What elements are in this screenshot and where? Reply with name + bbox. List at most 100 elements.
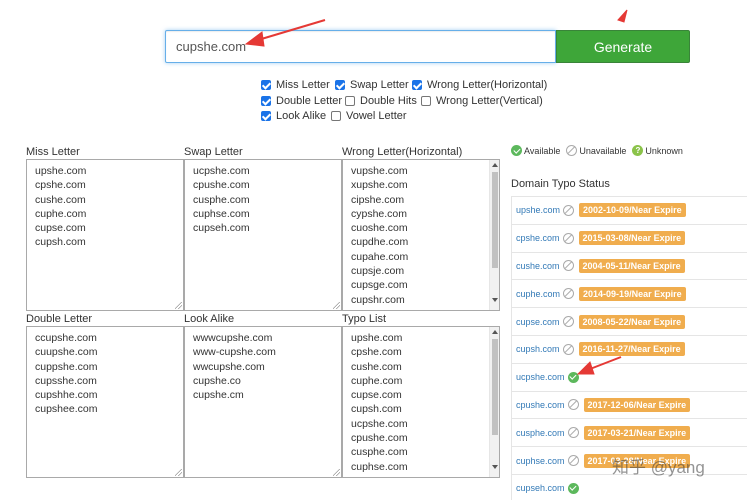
status-row: cuphe.com 2014-09-19/Near Expire <box>512 280 747 309</box>
option-double-hits[interactable]: Double Hits <box>345 95 417 107</box>
checkbox[interactable] <box>412 80 422 90</box>
checkbox[interactable] <box>261 96 271 106</box>
status-domain-link[interactable]: cusphe.com <box>516 428 565 438</box>
typo-domain-line: cupseh.com <box>193 222 250 235</box>
scroll-down-icon[interactable] <box>492 298 498 302</box>
typo-domain-line: cushe.com <box>351 360 402 373</box>
typo-domain-line: wwcupshe.com <box>193 360 265 373</box>
expire-badge: 2008-05-22/Near Expire <box>578 314 686 329</box>
legend-available: Available <box>524 145 561 156</box>
checkbox[interactable] <box>421 96 431 106</box>
status-row: cpushe.com 2017-12-06/Near Expire <box>512 392 747 420</box>
checkbox[interactable] <box>331 111 341 121</box>
typo-domain-line: upshe.com <box>35 165 87 177</box>
option-miss-letter[interactable]: Miss Letter <box>261 79 330 91</box>
typo-domain-line: cupse.com <box>35 222 86 235</box>
scrollbar[interactable] <box>489 327 499 477</box>
status-domain-link[interactable]: cpushe.com <box>516 400 565 410</box>
panel-title-wrong-letter-horizontal: Wrong Letter(Horizontal) <box>342 146 463 158</box>
typo-domain-line: cupse.com <box>351 389 402 402</box>
legend-unavailable: Unavailable <box>579 145 627 156</box>
status-legend: Available Unavailable ? Unknown <box>511 145 689 156</box>
domain-input[interactable] <box>165 30 556 63</box>
status-row: upshe.com 2002-10-09/Near Expire <box>512 197 747 225</box>
panel-title-look-alike: Look Alike <box>184 313 235 325</box>
checkbox[interactable] <box>261 111 271 121</box>
unavailable-icon <box>563 288 575 300</box>
watermark: 知乎 @yang <box>612 458 705 477</box>
status-row: cupseh.com <box>512 475 747 500</box>
typo-domain-line: cuoshe.com <box>351 222 408 235</box>
status-domain-link[interactable]: cupse.com <box>516 317 560 327</box>
option-double-letter[interactable]: Double Letter <box>261 95 342 107</box>
arrowhead-top-right <box>617 9 628 23</box>
status-domain-link[interactable]: cupseh.com <box>516 483 565 493</box>
option-wrong-letter-horizontal[interactable]: Wrong Letter(Horizontal) <box>412 79 547 91</box>
typo-domain-line: cuphse.com <box>193 207 250 220</box>
typo-domain-line: cupshhe.com <box>35 389 98 402</box>
expire-badge: 2015-03-08/Near Expire <box>578 231 686 246</box>
checkbox[interactable] <box>261 80 271 90</box>
unavailable-icon <box>562 260 574 272</box>
unavailable-icon <box>562 343 574 355</box>
resize-grip-icon[interactable] <box>333 469 340 476</box>
typo-domain-line: upshe.com <box>351 332 403 344</box>
status-domain-link[interactable]: cuphe.com <box>516 289 560 299</box>
option-swap-letter[interactable]: Swap Letter <box>335 79 409 91</box>
unavailable-icon <box>562 232 574 244</box>
generate-button[interactable]: Generate <box>556 30 690 63</box>
scrollbar-thumb[interactable] <box>492 339 498 435</box>
typo-domain-line: cipshe.com <box>351 193 405 206</box>
resize-grip-icon[interactable] <box>175 469 182 476</box>
status-domain-link[interactable]: upshe.com <box>516 205 560 215</box>
typo-domain-line: cupsje.com <box>351 265 405 278</box>
textarea-swap-letter[interactable]: ucpshe.com cpushe.com cusphe.com cuphse.com… <box>184 159 342 311</box>
option-vowel-letter[interactable]: Vowel Letter <box>331 110 407 122</box>
status-domain-link[interactable]: cushe.com <box>516 261 560 271</box>
available-icon <box>567 482 579 494</box>
scroll-up-icon[interactable] <box>492 330 498 334</box>
expire-badge: 2014-09-19/Near Expire <box>579 286 686 301</box>
legend-unknown: Unknown <box>645 145 683 156</box>
textarea-typo-list[interactable]: upshe.com cpshe.com cushe.com cuphe.com cups… <box>342 326 500 478</box>
typo-domain-line: cpushe.com <box>193 179 250 192</box>
panel-title-double-letter: Double Letter <box>26 313 93 325</box>
checkbox[interactable] <box>345 96 355 106</box>
typo-domain-line: cupshe.cm <box>193 389 244 402</box>
textarea-look-alike[interactable]: wwwcupshe.com www-cupshe.com wwcupshe.com c… <box>184 326 342 478</box>
panel-title-typo-list: Typo List <box>342 313 387 325</box>
scrollbar-thumb[interactable] <box>492 172 498 268</box>
textarea-wrong-letter-horizontal[interactable]: vupshe.com xupshe.com cipshe.com cypshe.com… <box>342 159 500 311</box>
unavailable-icon <box>567 455 579 467</box>
scroll-down-icon[interactable] <box>492 465 498 469</box>
typo-domain-line: cuphe.com <box>35 207 87 220</box>
status-row: cushe.com 2004-05-11/Near Expire <box>512 253 747 281</box>
status-domain-link[interactable]: cuphse.com <box>516 456 565 466</box>
scrollbar[interactable] <box>489 160 499 310</box>
available-icon <box>567 371 579 383</box>
typo-domain-line: cupsshe.com <box>35 374 97 387</box>
status-domain-link[interactable]: cupsh.com <box>516 344 560 354</box>
typo-domain-line: cuppshe.com <box>35 360 98 373</box>
resize-grip-icon[interactable] <box>333 302 340 309</box>
status-row: cusphe.com 2017-03-21/Near Expire <box>512 419 747 448</box>
unavailable-icon <box>566 145 578 156</box>
available-icon <box>511 145 522 156</box>
search-bar: Generate <box>165 30 690 63</box>
option-look-alike[interactable]: Look Alike <box>261 110 326 122</box>
typo-domain-line: cpushe.com <box>351 432 408 445</box>
checkbox[interactable] <box>335 80 345 90</box>
typo-domain-line: cpshe.com <box>351 346 402 359</box>
expire-badge: 2017-12-06/Near Expire <box>583 397 691 412</box>
status-domain-link[interactable]: ucpshe.com <box>516 372 565 382</box>
textarea-miss-letter[interactable]: upshe.com cpshe.com cushe.com cuphe.com cups… <box>26 159 184 311</box>
resize-grip-icon[interactable] <box>175 302 182 309</box>
scroll-up-icon[interactable] <box>492 163 498 167</box>
typo-domain-line: ucpshe.com <box>351 417 408 430</box>
unavailable-icon <box>562 316 574 328</box>
typo-domain-line: cuphse.com <box>351 460 408 473</box>
option-wrong-letter-vertical[interactable]: Wrong Letter(Vertical) <box>421 95 543 107</box>
panel-title-swap-letter: Swap Letter <box>184 146 243 158</box>
status-domain-link[interactable]: cpshe.com <box>516 233 560 243</box>
textarea-double-letter[interactable]: ccupshe.com cuupshe.com cuppshe.com cupsshe… <box>26 326 184 478</box>
